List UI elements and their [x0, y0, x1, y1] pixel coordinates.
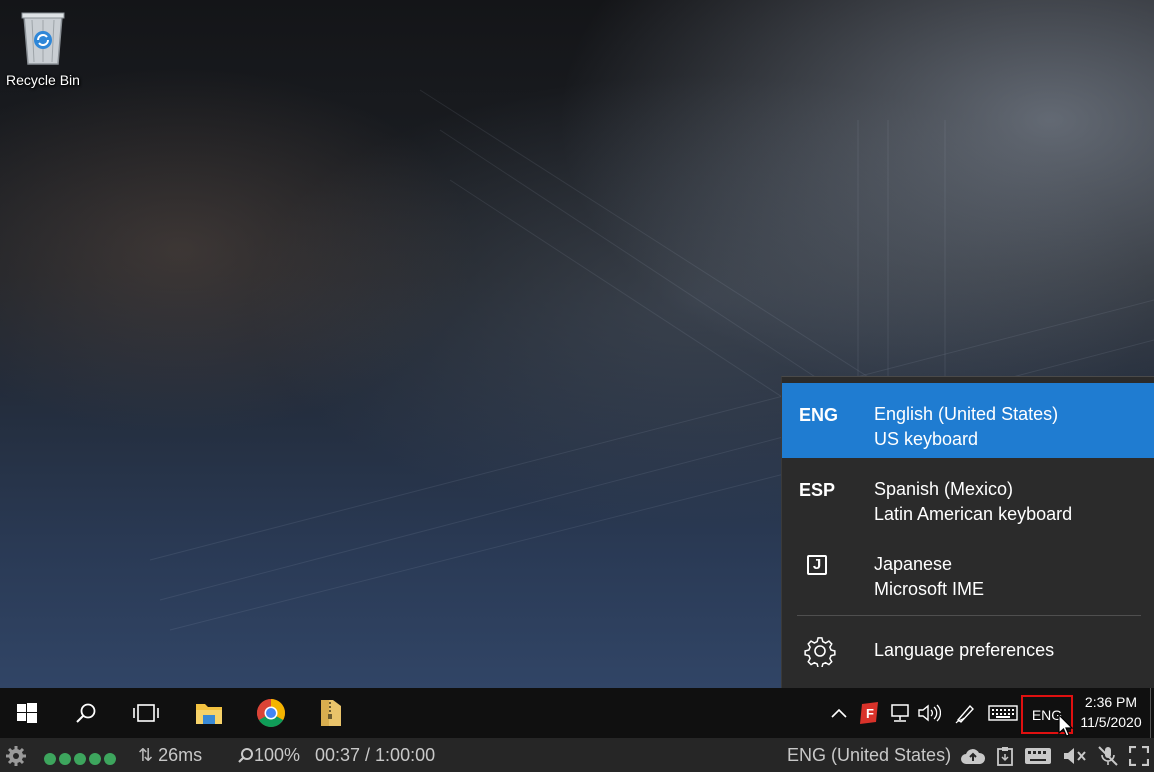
pen-icon: [955, 704, 974, 724]
touch-keyboard-button[interactable]: [986, 688, 1020, 738]
show-hidden-icons-button[interactable]: [828, 688, 850, 738]
language-item-japanese[interactable]: J Japanese Microsoft IME: [782, 533, 1154, 608]
volume-button[interactable]: [916, 688, 942, 738]
signal-dot: [74, 753, 86, 766]
start-button[interactable]: [6, 688, 48, 738]
start-windows-icon: [17, 703, 37, 723]
chrome-taskbar-button[interactable]: [248, 688, 294, 738]
connection-signal-indicator: [44, 748, 119, 769]
language-name: Spanish (Mexico): [874, 479, 1014, 499]
volume-icon: [918, 704, 941, 722]
file-explorer-taskbar-button[interactable]: [186, 688, 232, 738]
clock-time: 2:36 PM: [1084, 694, 1138, 710]
language-code: ESP: [799, 480, 836, 500]
zoom-value: 100%: [254, 745, 301, 765]
volume-mute-icon[interactable]: [1062, 747, 1088, 765]
zoom-display[interactable]: 100%: [238, 745, 300, 766]
latency-display: ⇅ 26ms: [138, 745, 202, 766]
gear-icon: [804, 637, 836, 667]
taskbar: F ENG 2:36 PM 11/5/2020: [0, 688, 1154, 738]
keyboard-icon[interactable]: [1024, 747, 1052, 765]
keyboard-name: Latin American keyboard: [874, 504, 1073, 524]
zoom-icon: [238, 748, 253, 763]
show-desktop-button[interactable]: [1150, 688, 1154, 738]
task-view-button[interactable]: [124, 688, 168, 738]
latency-value: 26ms: [158, 745, 203, 765]
task-view-icon: [133, 704, 159, 722]
flyout-divider: [797, 615, 1141, 616]
settings-gear-icon[interactable]: [6, 746, 26, 766]
language-preferences-label: Language preferences: [874, 640, 1055, 660]
app-f-icon: F: [860, 702, 878, 724]
remote-session-status-bar: ⇅ 26ms 100% 00:37 / 1:00:00 ENG (United …: [0, 738, 1154, 772]
language-item-english[interactable]: ENG English (United States) US keyboard: [782, 383, 1154, 458]
ime-j-icon: J: [807, 555, 827, 575]
search-icon: [76, 703, 96, 723]
tray-app-f-button[interactable]: F: [858, 688, 882, 738]
refresh-icon: ⇅: [138, 745, 154, 765]
cloud-upload-icon[interactable]: [960, 747, 986, 765]
svg-text:F: F: [866, 706, 874, 721]
language-item-spanish[interactable]: ESP Spanish (Mexico) Latin American keyb…: [782, 458, 1154, 533]
chevron-up-icon: [831, 708, 847, 718]
session-timer: 00:37 / 1:00:00: [315, 745, 436, 765]
language-name: Japanese: [874, 554, 953, 574]
clock-button[interactable]: 2:36 PM 11/5/2020: [1076, 692, 1146, 732]
clock-date: 11/5/2020: [1080, 714, 1142, 730]
network-button[interactable]: [888, 688, 912, 738]
signal-dot: [104, 753, 116, 766]
recycle-bin-icon: [21, 12, 65, 65]
fullscreen-icon[interactable]: [1129, 746, 1149, 766]
recycle-bin-shortcut[interactable]: Recycle Bin: [2, 6, 84, 89]
clipboard-icon[interactable]: [996, 746, 1014, 766]
microphone-muted-icon[interactable]: [1097, 746, 1119, 766]
language-name: English (United States): [874, 404, 1059, 424]
file-explorer-icon: [196, 704, 222, 724]
chrome-icon: [257, 699, 285, 727]
signal-dot: [44, 753, 56, 766]
signal-dot: [89, 753, 101, 766]
recycle-bin-label: Recycle Bin: [6, 72, 80, 88]
signal-dot: [59, 753, 71, 766]
folder-zip-icon: [321, 700, 341, 726]
language-code: ENG: [799, 405, 839, 425]
mouse-cursor-icon: [1058, 714, 1074, 737]
search-button[interactable]: [64, 688, 108, 738]
network-icon: [891, 704, 909, 722]
keyboard-layout-label[interactable]: ENG (United States): [787, 745, 951, 766]
keyboard-name: Microsoft IME: [874, 579, 985, 599]
language-preferences-link[interactable]: Language preferences: [782, 621, 1154, 681]
keyboard-name: US keyboard: [874, 429, 979, 449]
touch-keyboard-icon: [988, 705, 1018, 721]
language-flyout: ENG English (United States) US keyboard …: [781, 376, 1154, 688]
zip-folder-taskbar-button[interactable]: [308, 688, 354, 738]
pen-workspace-button[interactable]: [952, 688, 978, 738]
